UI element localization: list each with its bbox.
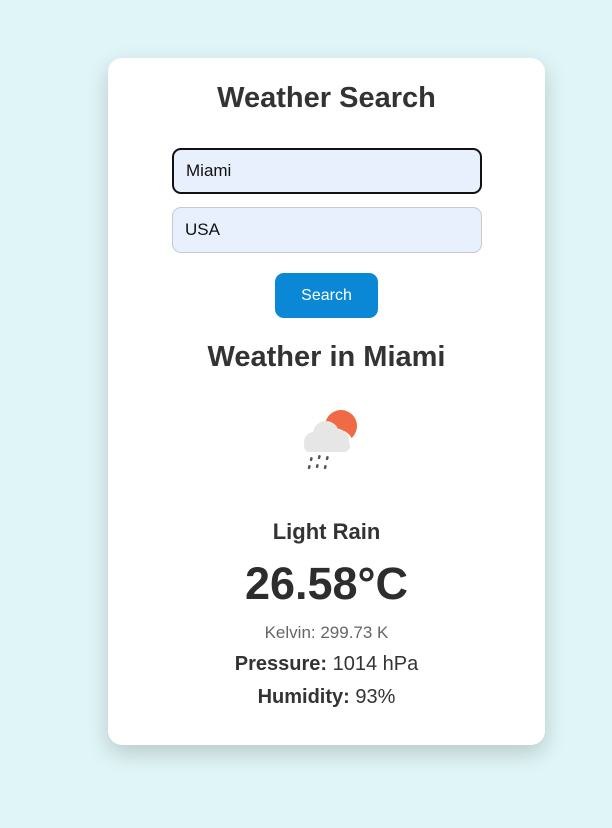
country-input[interactable] (172, 207, 482, 253)
humidity-value: 93% (355, 686, 396, 708)
pressure-label: Pressure: (234, 653, 328, 675)
pressure-line: Pressure: 1014 hPa (108, 653, 545, 676)
rain-cloud-sun-icon (300, 410, 357, 470)
page-title: Weather Search (217, 82, 436, 114)
search-button[interactable]: Search (275, 273, 378, 318)
result-heading: Weather in Miami (207, 341, 446, 373)
weather-description: Light Rain (272, 519, 381, 544)
pressure-value: 1014 hPa (332, 653, 419, 675)
city-input[interactable] (172, 148, 482, 194)
temperature-celsius: 26.58°C (244, 558, 409, 609)
humidity-line: Humidity: 93% (108, 686, 545, 709)
humidity-label: Humidity: (257, 686, 350, 708)
weather-card: Weather Search Search Weather in Miami L… (108, 58, 545, 745)
temperature-kelvin: Kelvin: 299.73 K (264, 623, 389, 642)
